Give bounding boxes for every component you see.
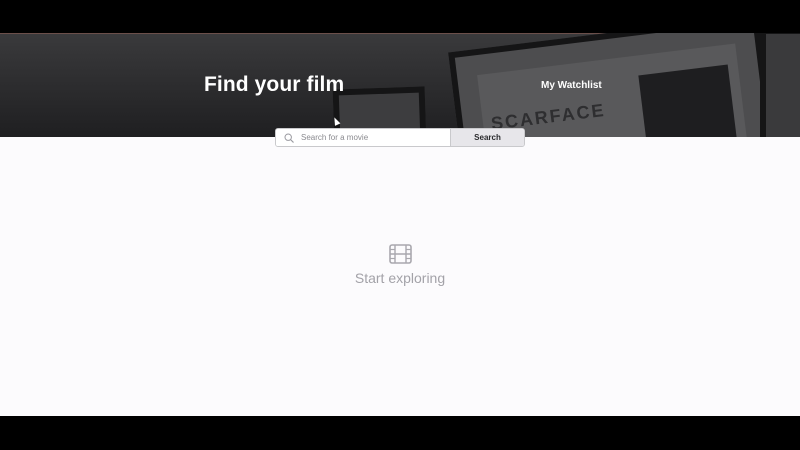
search-button[interactable]: Search xyxy=(451,129,524,146)
search-field[interactable] xyxy=(276,129,451,146)
search-form: Search xyxy=(275,128,525,147)
empty-state-message: Start exploring xyxy=(354,270,446,286)
hero-banner: SCARFACE Find your film My Watchlist xyxy=(0,33,800,137)
search-input[interactable] xyxy=(301,133,441,142)
search-icon xyxy=(284,132,294,143)
film-icon xyxy=(388,244,412,264)
poster-image: SCARFACE xyxy=(477,43,748,137)
browser-viewport: SCARFACE Find your film My Watchlist Sea xyxy=(0,0,800,450)
poster-frame-decoration: SCARFACE xyxy=(448,33,774,137)
poster-frame-decoration xyxy=(760,33,800,137)
app-page: SCARFACE Find your film My Watchlist Sea xyxy=(0,33,800,416)
page-title: Find your film xyxy=(204,73,345,96)
empty-state: Start exploring xyxy=(0,244,800,286)
my-watchlist-link[interactable]: My Watchlist xyxy=(541,80,602,91)
poster-artwork xyxy=(638,64,738,137)
